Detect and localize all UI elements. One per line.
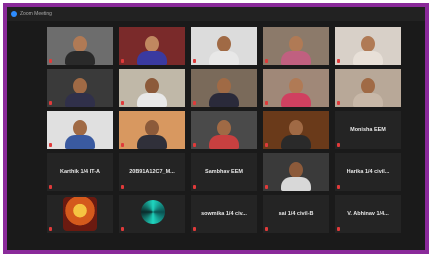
- participant-video: [191, 111, 257, 149]
- participant-name: sowmika 1/4 civ...: [201, 211, 247, 217]
- participant-video: [47, 111, 113, 149]
- muted-mic-icon: [49, 143, 52, 147]
- participant-tile[interactable]: [119, 195, 185, 233]
- participant-figure: [281, 120, 311, 149]
- participant-figure: [353, 78, 383, 107]
- participant-figure: [209, 36, 239, 65]
- participant-figure: [137, 120, 167, 149]
- participant-tile[interactable]: [191, 111, 257, 149]
- muted-mic-icon: [265, 185, 268, 189]
- participant-name: Sambhav EEM: [205, 169, 243, 175]
- muted-mic-icon: [265, 101, 268, 105]
- muted-mic-icon: [49, 227, 52, 231]
- muted-mic-icon: [193, 101, 196, 105]
- participant-tile[interactable]: [119, 111, 185, 149]
- participant-video: [119, 111, 185, 149]
- muted-mic-icon: [49, 101, 52, 105]
- participant-video: [335, 69, 401, 107]
- muted-mic-icon: [121, 59, 124, 63]
- meeting-window: Zoom Meeting Monisha EEM Karthik 1/4 IT-A…: [3, 3, 429, 254]
- participant-tile[interactable]: [263, 27, 329, 65]
- muted-mic-icon: [193, 227, 196, 231]
- participant-figure: [209, 120, 239, 149]
- muted-mic-icon: [49, 185, 52, 189]
- muted-mic-icon: [121, 185, 124, 189]
- participant-video: [191, 27, 257, 65]
- participant-tile[interactable]: sowmika 1/4 civ...: [191, 195, 257, 233]
- participant-figure: [65, 120, 95, 149]
- title-bar: Zoom Meeting: [7, 7, 425, 21]
- participant-tile[interactable]: sai 1/4 civil-B: [263, 195, 329, 233]
- muted-mic-icon: [121, 227, 124, 231]
- muted-mic-icon: [265, 227, 268, 231]
- participant-tile[interactable]: [191, 27, 257, 65]
- participant-video: [335, 27, 401, 65]
- participant-tile[interactable]: V. Abhinav 1/4...: [335, 195, 401, 233]
- participant-tile[interactable]: [47, 27, 113, 65]
- participant-name: 20B91A12C7_M...: [129, 169, 175, 175]
- participant-tile[interactable]: [47, 69, 113, 107]
- participant-figure: [137, 78, 167, 107]
- participant-tile[interactable]: [263, 153, 329, 191]
- participant-video: [263, 111, 329, 149]
- muted-mic-icon: [193, 143, 196, 147]
- participant-video: [263, 27, 329, 65]
- participant-tile[interactable]: [191, 69, 257, 107]
- participant-tile[interactable]: [335, 27, 401, 65]
- participant-figure: [209, 78, 239, 107]
- participant-figure: [65, 78, 95, 107]
- participant-figure: [281, 78, 311, 107]
- muted-mic-icon: [337, 227, 340, 231]
- muted-mic-icon: [265, 143, 268, 147]
- muted-mic-icon: [121, 101, 124, 105]
- participant-tile[interactable]: [119, 27, 185, 65]
- participant-tile[interactable]: [263, 111, 329, 149]
- participant-figure: [281, 162, 311, 191]
- participant-tile[interactable]: 20B91A12C7_M...: [119, 153, 185, 191]
- muted-mic-icon: [49, 59, 52, 63]
- muted-mic-icon: [265, 59, 268, 63]
- participant-tile[interactable]: [335, 69, 401, 107]
- participant-tile[interactable]: Sambhav EEM: [191, 153, 257, 191]
- participant-tile[interactable]: Karthik 1/4 IT-A: [47, 153, 113, 191]
- participant-name: V. Abhinav 1/4...: [347, 211, 389, 217]
- app-logo-icon: [11, 11, 17, 17]
- participant-figure: [137, 36, 167, 65]
- participant-tile[interactable]: Monisha EEM: [335, 111, 401, 149]
- participant-video: [47, 69, 113, 107]
- participant-name: sai 1/4 civil-B: [278, 211, 314, 217]
- participant-tile[interactable]: [47, 195, 113, 233]
- participant-tile[interactable]: [47, 111, 113, 149]
- participant-tile[interactable]: Harika 1/4 civil...: [335, 153, 401, 191]
- window-title: Zoom Meeting: [20, 11, 52, 17]
- participant-grid: Monisha EEM Karthik 1/4 IT-A 20B91A12C7_M.…: [47, 27, 407, 233]
- participant-video: [47, 27, 113, 65]
- muted-mic-icon: [337, 59, 340, 63]
- muted-mic-icon: [193, 59, 196, 63]
- participant-name: Karthik 1/4 IT-A: [59, 169, 101, 175]
- participant-tile[interactable]: [263, 69, 329, 107]
- muted-mic-icon: [193, 185, 196, 189]
- participant-video: [191, 69, 257, 107]
- participant-name: Harika 1/4 civil...: [346, 169, 390, 175]
- muted-mic-icon: [121, 143, 124, 147]
- participant-video: [119, 27, 185, 65]
- participant-tile[interactable]: [119, 69, 185, 107]
- participant-figure: [353, 36, 383, 65]
- participant-name: Monisha EEM: [350, 127, 386, 133]
- muted-mic-icon: [337, 101, 340, 105]
- profile-image-deity: [63, 197, 97, 231]
- muted-mic-icon: [337, 185, 340, 189]
- participant-figure: [281, 36, 311, 65]
- profile-image-abstract: [141, 200, 165, 224]
- muted-mic-icon: [337, 143, 340, 147]
- participant-video: [263, 69, 329, 107]
- participant-figure: [65, 36, 95, 65]
- participant-video: [119, 69, 185, 107]
- participant-video: [263, 153, 329, 191]
